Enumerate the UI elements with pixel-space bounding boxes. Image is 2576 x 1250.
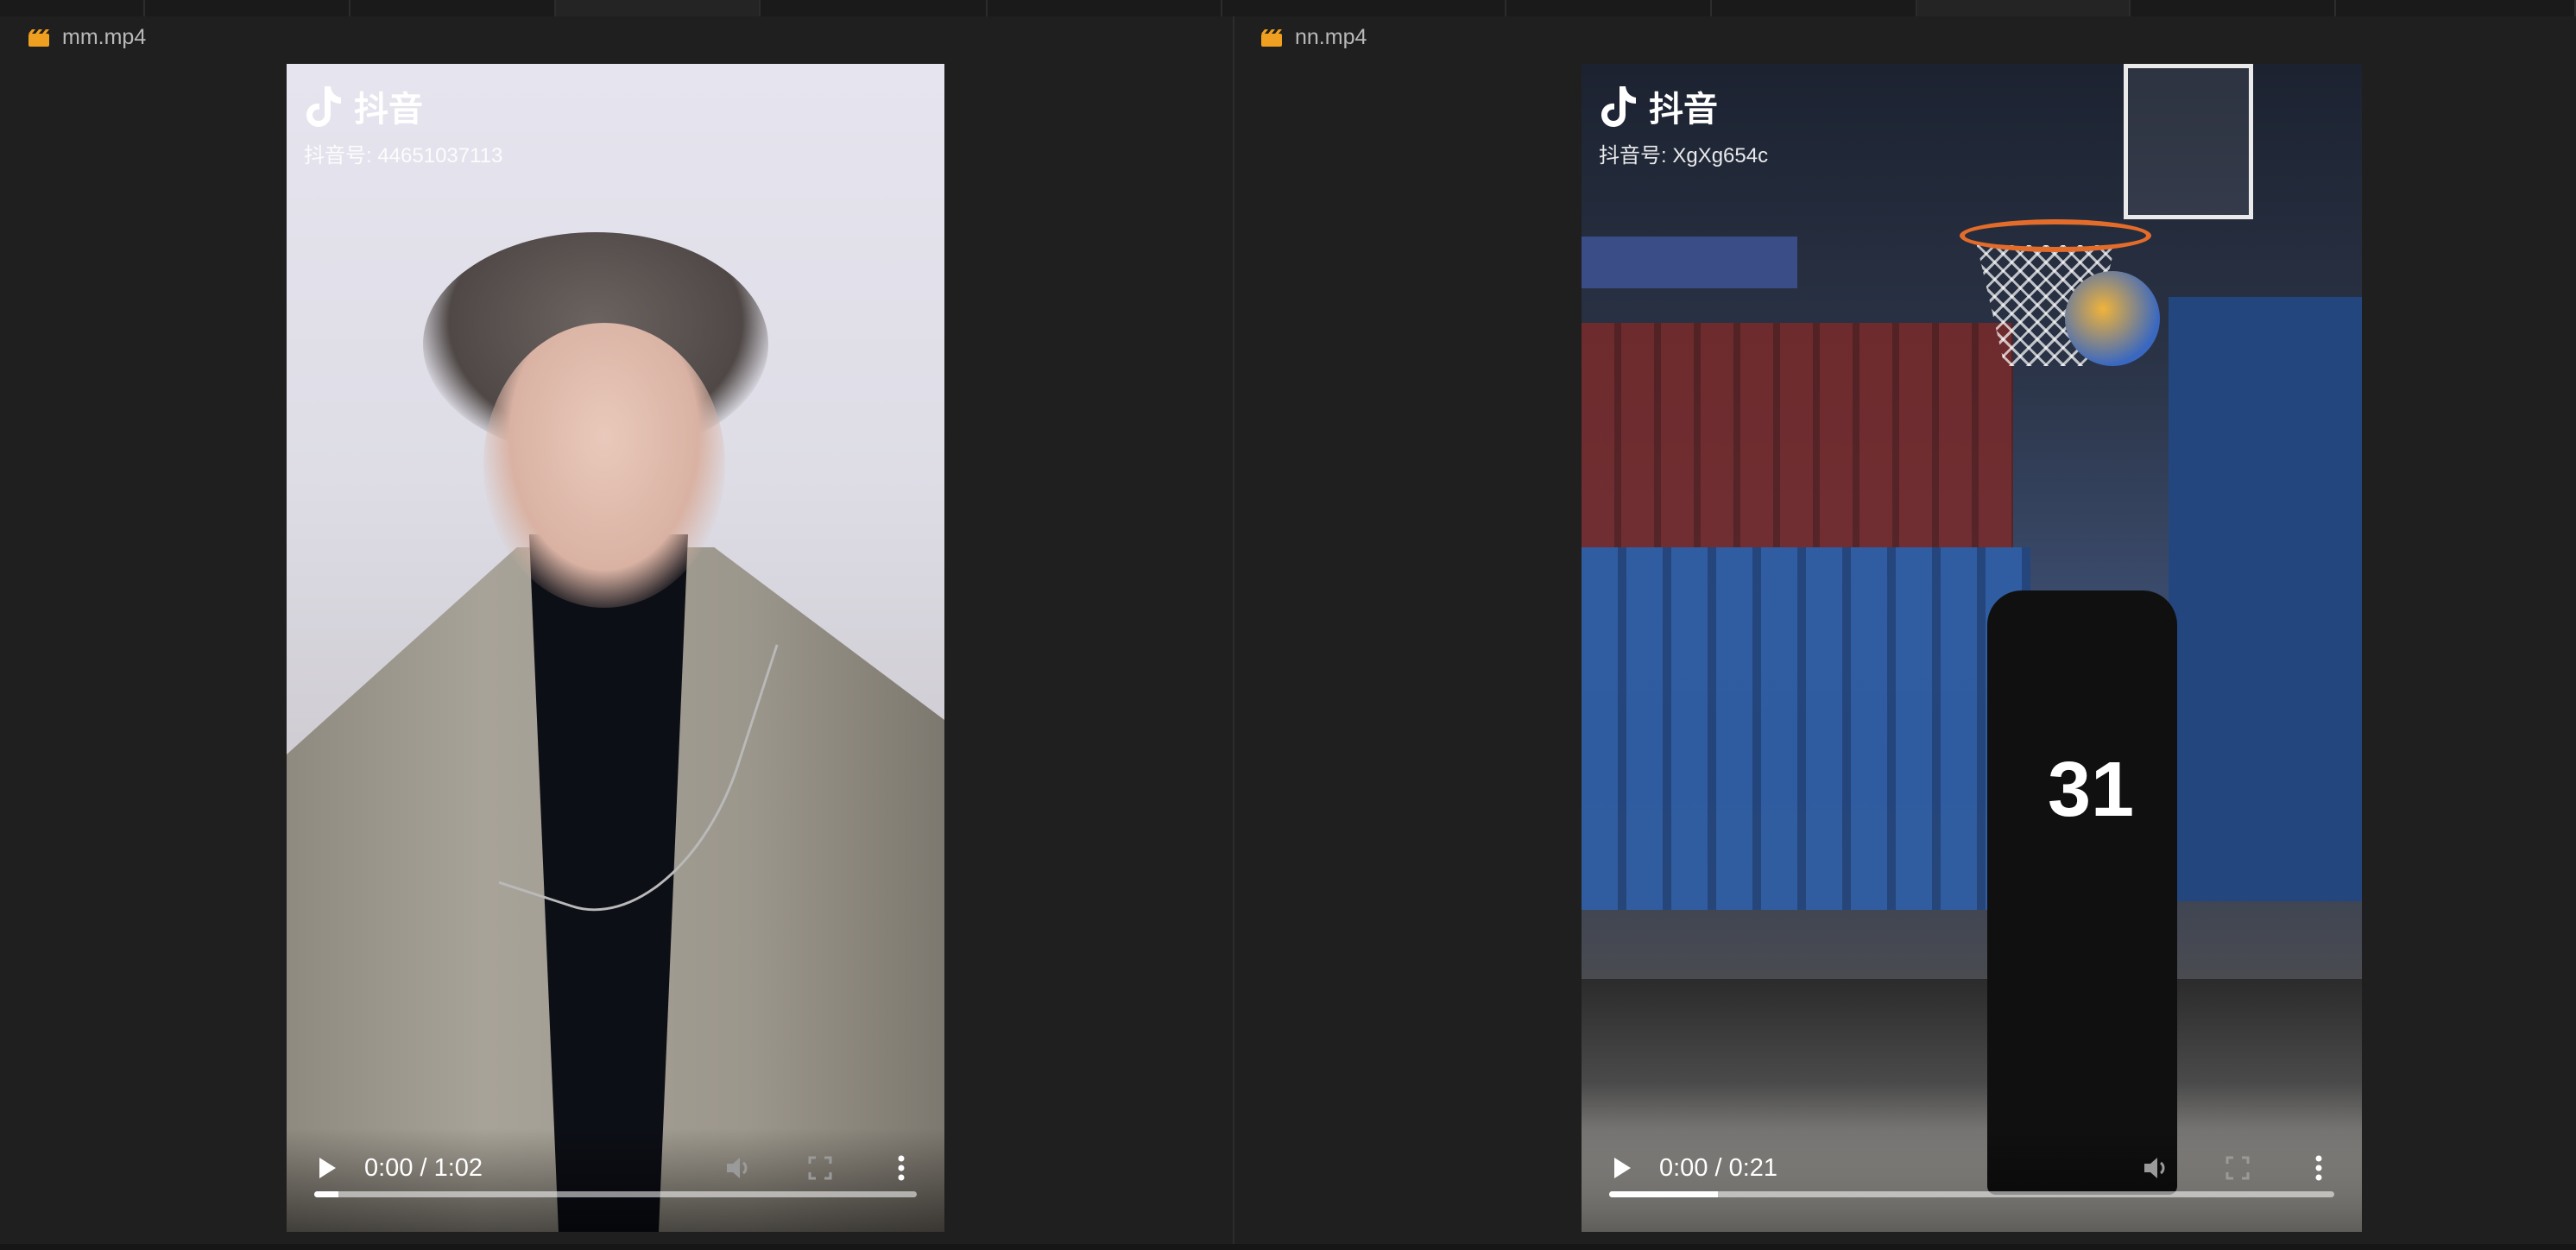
video-frame-red-seats bbox=[1582, 323, 2013, 547]
watermark-brand: 抖音 bbox=[354, 91, 423, 129]
play-icon bbox=[1614, 1158, 1631, 1178]
play-icon bbox=[319, 1158, 336, 1178]
tab-slot[interactable] bbox=[761, 0, 988, 16]
tab-slot[interactable] bbox=[2131, 0, 2336, 16]
jersey-number: 31 bbox=[2048, 747, 2135, 833]
video-frame-wall bbox=[2169, 297, 2362, 901]
video-frame-banner bbox=[1582, 237, 1797, 288]
video-controls: 0:00 / 1:02 bbox=[287, 1128, 944, 1232]
more-options-button[interactable] bbox=[884, 1151, 919, 1185]
volume-icon bbox=[2144, 1158, 2165, 1178]
tab-strip bbox=[0, 0, 2576, 16]
seek-bar[interactable] bbox=[1609, 1191, 2334, 1197]
file-name: mm.mp4 bbox=[62, 25, 147, 49]
video-frame-face bbox=[483, 323, 725, 608]
file-name: nn.mp4 bbox=[1295, 25, 1367, 49]
fullscreen-button[interactable] bbox=[2220, 1151, 2255, 1185]
play-button[interactable] bbox=[313, 1153, 342, 1183]
video-frame-basketball bbox=[2065, 271, 2160, 366]
clapperboard-icon bbox=[28, 28, 49, 47]
time-display: 0:00 / 0:21 bbox=[1659, 1153, 1778, 1182]
more-vertical-icon bbox=[2315, 1155, 2322, 1181]
status-strip bbox=[0, 1244, 2576, 1250]
tab-slot[interactable] bbox=[145, 0, 350, 16]
tab-slot[interactable] bbox=[2336, 0, 2576, 16]
video-frame-player bbox=[1987, 590, 2177, 1195]
tab-slot[interactable] bbox=[555, 0, 761, 16]
video-player[interactable]: 31 抖音 抖音号: XgXg654c 0:00 / 0:21 bbox=[1582, 64, 2362, 1232]
tab-slot[interactable] bbox=[988, 0, 1222, 16]
watermark-account-id: 抖音号: 44651037113 bbox=[304, 144, 503, 167]
douyin-watermark: 抖音 抖音号: 44651037113 bbox=[304, 81, 502, 168]
fullscreen-icon bbox=[2226, 1156, 2250, 1180]
video-player[interactable]: 抖音 抖音号: 44651037113 0:00 / 1:02 bbox=[287, 64, 944, 1232]
mute-button[interactable] bbox=[722, 1151, 756, 1185]
file-label: nn.mp4 bbox=[1260, 25, 1367, 50]
volume-icon bbox=[727, 1158, 748, 1178]
play-button[interactable] bbox=[1607, 1153, 1637, 1183]
seek-bar[interactable] bbox=[314, 1191, 917, 1197]
tab-slot[interactable] bbox=[1506, 0, 1713, 16]
seek-bar-played bbox=[1609, 1191, 1718, 1197]
tiktok-icon bbox=[1601, 86, 1636, 127]
watermark-account-id: 抖音号: XgXg654c bbox=[1599, 144, 1769, 167]
fullscreen-button[interactable] bbox=[803, 1151, 837, 1185]
tab-slot[interactable] bbox=[1222, 0, 1507, 16]
douyin-watermark: 抖音 抖音号: XgXg654c bbox=[1599, 81, 1768, 168]
file-label: mm.mp4 bbox=[28, 25, 146, 50]
watermark-brand: 抖音 bbox=[1649, 91, 1718, 129]
video-frame-backboard bbox=[2124, 64, 2253, 219]
clapperboard-icon bbox=[1261, 28, 1282, 47]
tab-slot[interactable] bbox=[1916, 0, 2131, 16]
video-frame-blue-seats bbox=[1582, 547, 2030, 910]
tab-slot[interactable] bbox=[0, 0, 146, 16]
seek-bar-played bbox=[314, 1191, 338, 1197]
preview-pane-right: nn.mp4 31 抖音 抖音号: XgXg654c 0:00 / 0:21 bbox=[1234, 16, 2576, 1244]
tab-slot[interactable] bbox=[350, 0, 556, 16]
time-display: 0:00 / 1:02 bbox=[364, 1153, 483, 1182]
mute-button[interactable] bbox=[2139, 1151, 2174, 1185]
preview-pane-left: mm.mp4 抖音 抖音号: 44651037113 0:00 / 1:02 bbox=[0, 16, 1233, 1244]
more-vertical-icon bbox=[898, 1155, 905, 1181]
video-controls: 0:00 / 0:21 bbox=[1582, 1128, 2362, 1232]
more-options-button[interactable] bbox=[2301, 1151, 2336, 1185]
tiktok-icon bbox=[306, 86, 341, 127]
tab-slot[interactable] bbox=[1712, 0, 1917, 16]
fullscreen-icon bbox=[808, 1156, 832, 1180]
video-frame-rim bbox=[1960, 219, 2151, 252]
